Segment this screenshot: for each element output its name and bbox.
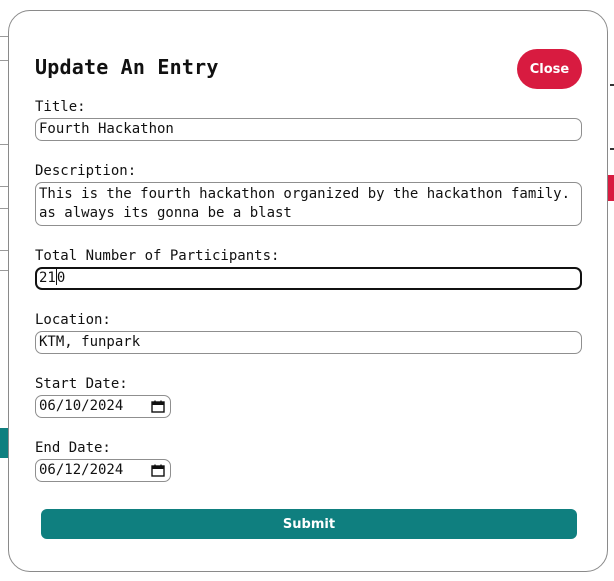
end-date-value: 06/12/2024 bbox=[39, 462, 124, 478]
calendar-icon[interactable] bbox=[151, 464, 165, 477]
location-label: Location: bbox=[35, 312, 111, 328]
description-textarea[interactable]: This is the fourth hackathon organized b… bbox=[35, 182, 582, 226]
submit-button[interactable]: Submit bbox=[41, 509, 577, 539]
end-date-input[interactable]: 06/12/2024 bbox=[35, 459, 171, 482]
participants-value-after-caret: 0 bbox=[56, 270, 66, 286]
close-button[interactable]: Close bbox=[517, 49, 582, 89]
start-date-label: Start Date: bbox=[35, 376, 128, 392]
background-mark bbox=[610, 84, 614, 86]
participants-input[interactable]: 210 bbox=[35, 267, 582, 290]
background-mark bbox=[610, 148, 614, 150]
participants-value-before-caret: 21 bbox=[39, 270, 56, 286]
title-input[interactable]: Fourth Hackathon bbox=[35, 118, 582, 141]
title-label: Title: bbox=[35, 99, 86, 115]
update-entry-modal: Update An Entry Close Title: Fourth Hack… bbox=[8, 10, 608, 572]
end-date-label: End Date: bbox=[35, 440, 111, 456]
participants-label: Total Number of Participants: bbox=[35, 248, 280, 264]
start-date-input[interactable]: 06/10/2024 bbox=[35, 395, 171, 418]
background-teal-element bbox=[0, 428, 8, 458]
description-label: Description: bbox=[35, 163, 137, 179]
background-red-element bbox=[608, 175, 614, 201]
start-date-value: 06/10/2024 bbox=[39, 398, 124, 414]
modal-title: Update An Entry bbox=[35, 55, 219, 79]
location-input[interactable]: KTM, funpark bbox=[35, 331, 582, 354]
calendar-icon[interactable] bbox=[151, 400, 165, 413]
